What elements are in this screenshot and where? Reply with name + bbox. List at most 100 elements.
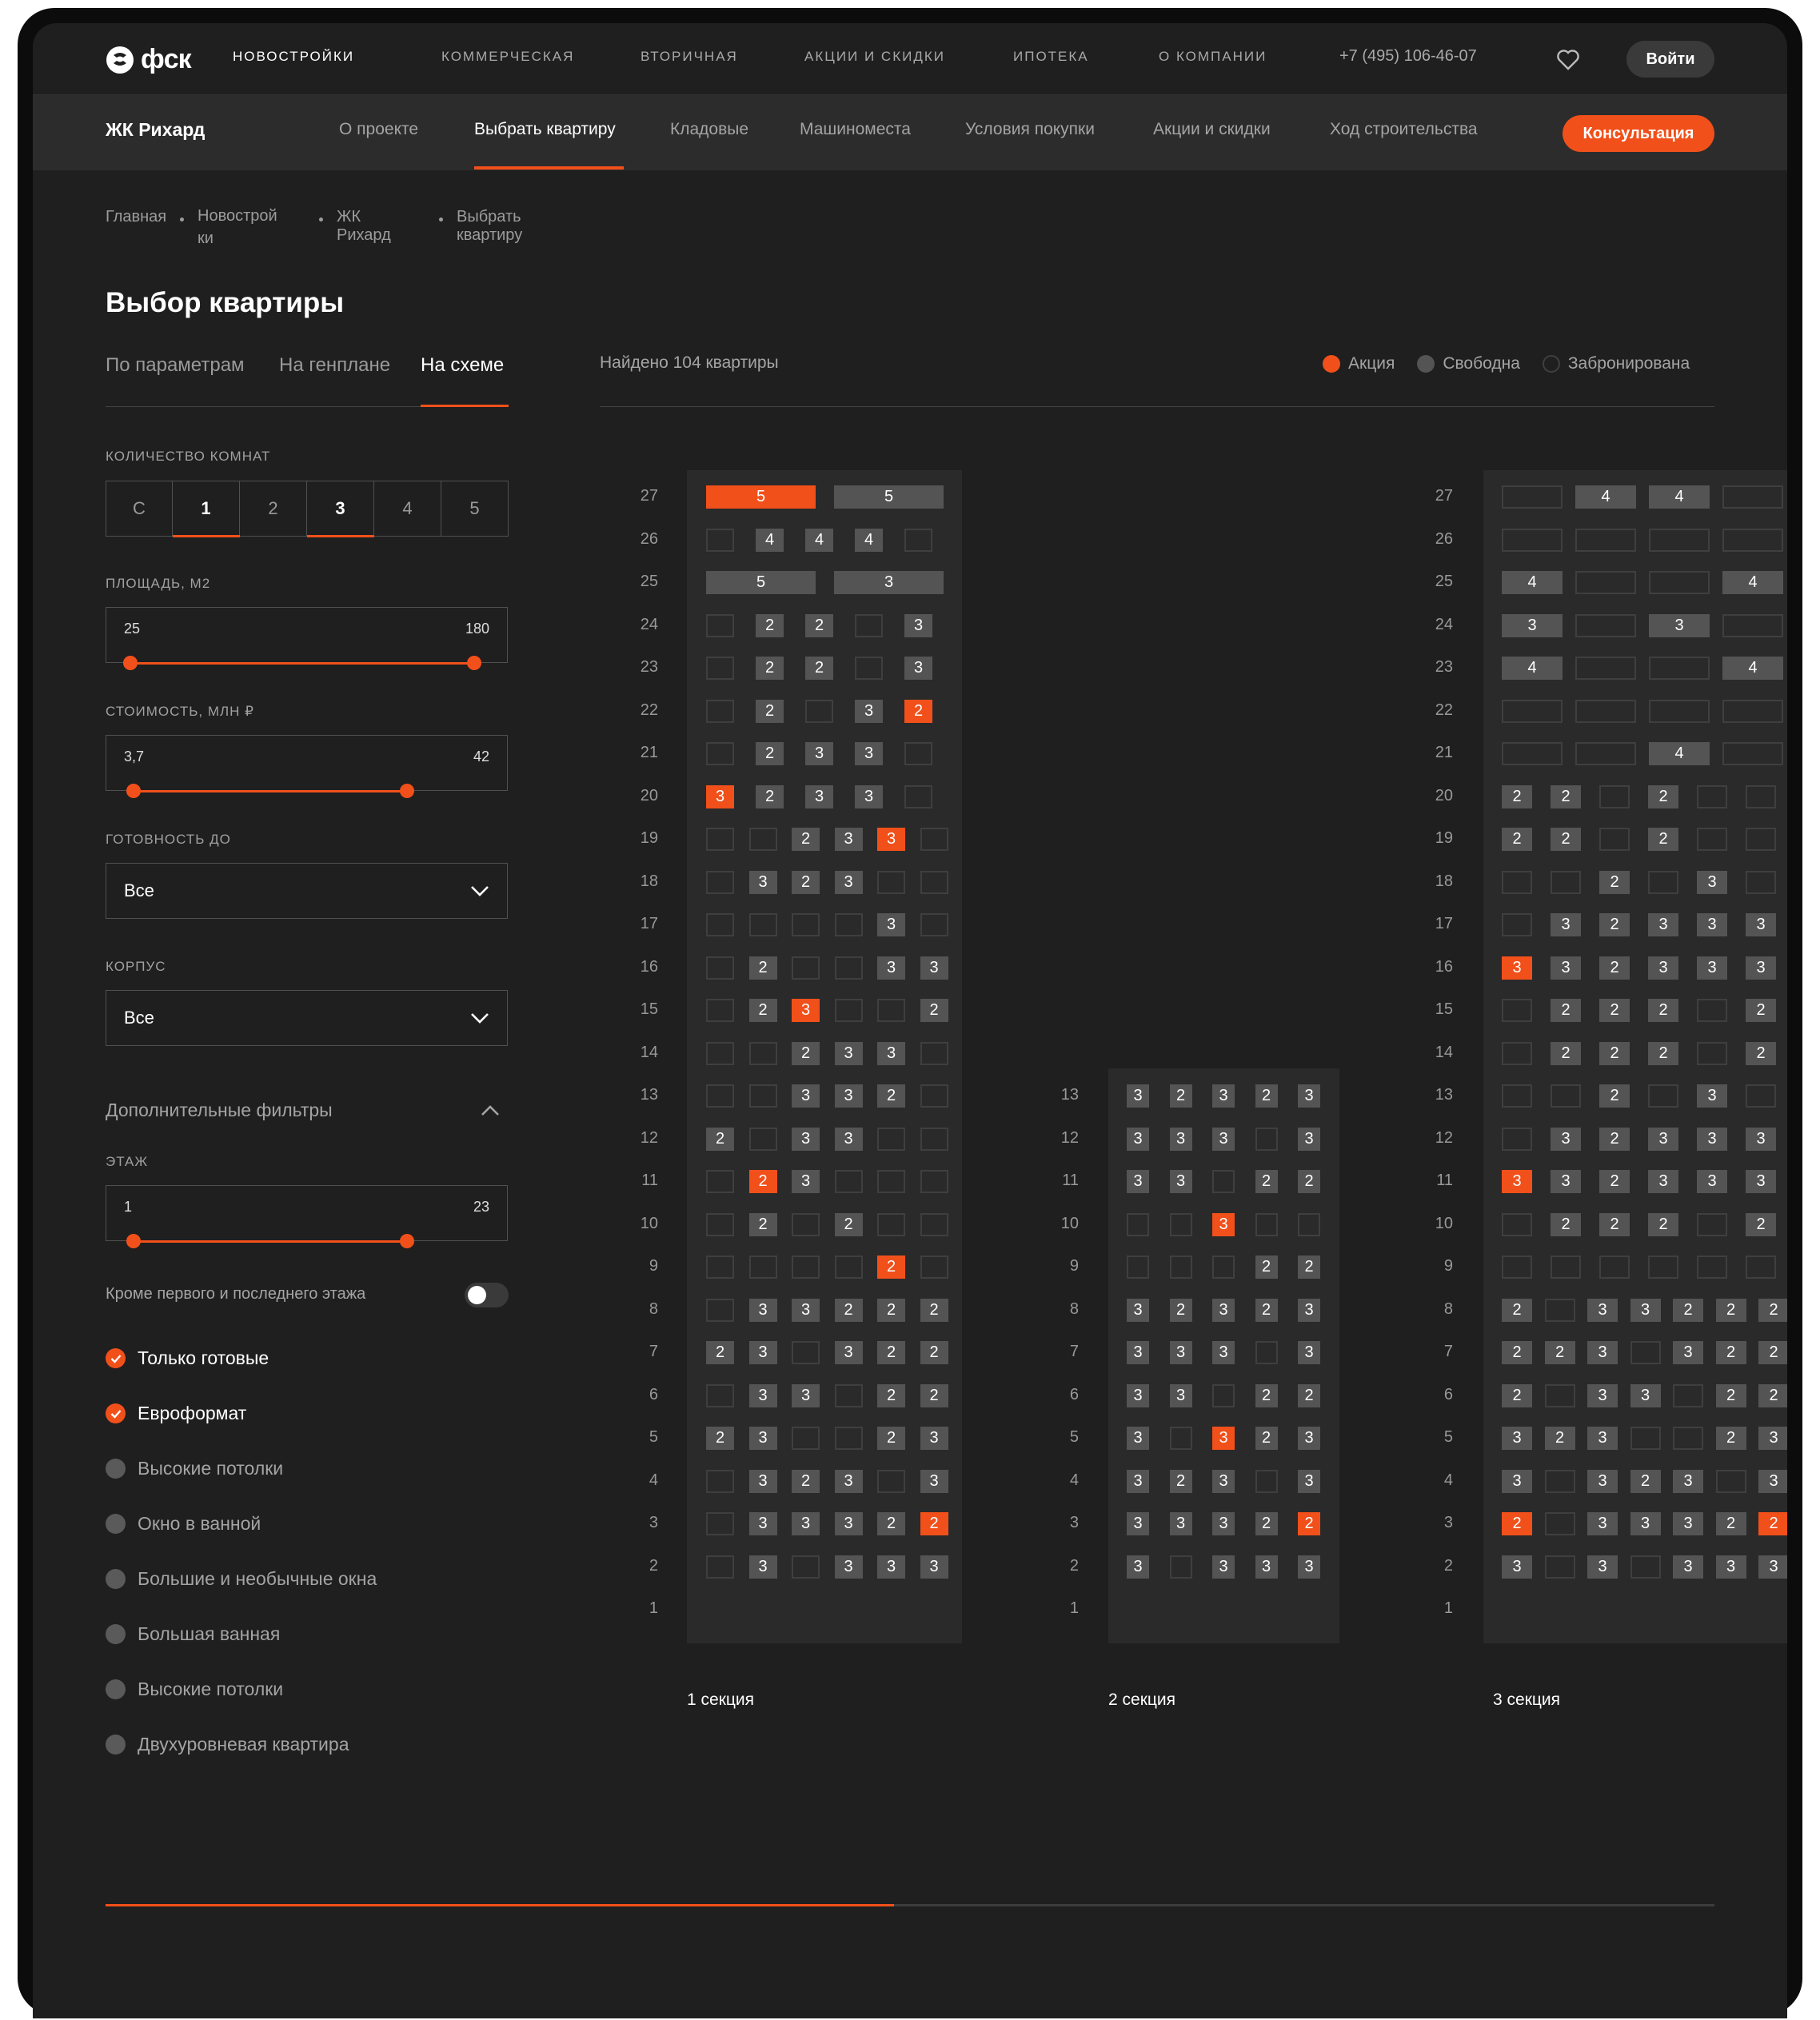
apartment-cell[interactable]: 3 (1648, 1170, 1678, 1193)
apartment-cell[interactable]: 3 (834, 1469, 863, 1493)
apartment-cell[interactable]: 3 (1212, 1555, 1235, 1579)
apartment-cell[interactable]: 2 (877, 1256, 905, 1279)
subnav-item-choose-apartment[interactable]: Выбрать квартиру (474, 120, 616, 139)
apartment-cell[interactable]: 3 (1587, 1469, 1618, 1493)
apartment-cell[interactable]: 3 (792, 1383, 820, 1407)
apartment-cell[interactable]: 3 (834, 1041, 863, 1065)
apartment-cell[interactable]: 3 (1127, 1512, 1149, 1535)
horizontal-scrollbar[interactable] (106, 1904, 1714, 1906)
apartment-cell[interactable]: 2 (1502, 1512, 1532, 1535)
section-label[interactable]: 2 секция (1108, 1691, 1175, 1710)
apartment-cell[interactable]: 3 (792, 1084, 820, 1108)
apartment-cell[interactable]: 2 (1599, 1084, 1630, 1108)
subnav-item-promos[interactable]: Акции и скидки (1153, 120, 1271, 139)
apartment-cell[interactable]: 2 (1544, 1427, 1575, 1450)
apartment-cell[interactable]: 2 (1746, 999, 1776, 1022)
apartment-cell[interactable]: 2 (1298, 1512, 1320, 1535)
apartment-cell[interactable]: 2 (834, 1212, 863, 1236)
apartment-cell[interactable]: 3 (1298, 1341, 1320, 1364)
apartment-cell[interactable]: 3 (1298, 1469, 1320, 1493)
price-min-thumb[interactable] (126, 784, 141, 798)
subnav-item-purchase-terms[interactable]: Условия покупки (965, 120, 1095, 139)
apartment-cell[interactable]: 2 (1298, 1170, 1320, 1193)
apartment-cell[interactable]: 3 (1758, 1469, 1787, 1493)
apartment-cell[interactable]: 2 (1255, 1383, 1278, 1407)
topnav-item-mortgage[interactable]: Ипотека (1013, 49, 1089, 65)
apartment-cell[interactable]: 3 (1127, 1427, 1149, 1450)
floor-min-thumb[interactable] (126, 1234, 141, 1248)
apartment-cell[interactable]: 3 (1298, 1555, 1320, 1579)
apartment-cell[interactable]: 4 (756, 528, 784, 552)
apartment-cell[interactable]: 3 (834, 1127, 863, 1151)
apartment-cell[interactable]: 3 (1212, 1469, 1235, 1493)
apartment-cell[interactable]: 3 (1648, 913, 1678, 936)
apartment-cell[interactable]: 3 (877, 956, 905, 980)
apartment-cell[interactable]: 3 (834, 1555, 863, 1579)
apartment-cell[interactable]: 3 (834, 870, 863, 894)
apartment-cell[interactable]: 2 (748, 1212, 777, 1236)
apartment-cell[interactable]: 3 (1127, 1298, 1149, 1322)
apartment-cell[interactable]: 3 (1587, 1427, 1618, 1450)
apartment-cell[interactable]: 2 (1673, 1298, 1703, 1322)
apartment-cell[interactable]: 3 (1212, 1341, 1235, 1364)
apartment-cell[interactable]: 3 (1697, 870, 1727, 894)
apartment-cell[interactable]: 3 (1127, 1341, 1149, 1364)
apartment-cell[interactable]: 2 (748, 956, 777, 980)
apartment-cell[interactable]: 3 (1127, 1555, 1149, 1579)
apartment-cell[interactable]: 3 (1502, 1469, 1532, 1493)
apartment-cell[interactable]: 3 (1127, 1383, 1149, 1407)
subnav-item-parking[interactable]: Машиноместа (800, 120, 911, 139)
apartment-cell[interactable]: 2 (706, 1427, 734, 1450)
apartment-cell[interactable]: 3 (792, 1127, 820, 1151)
apartment-cell[interactable]: 2 (1746, 1041, 1776, 1065)
checkbox-dot[interactable] (106, 1624, 126, 1644)
rooms-option-4[interactable]: 4 (374, 481, 441, 537)
apartment-cell[interactable]: 3 (834, 1512, 863, 1535)
apartment-cell[interactable]: 2 (1599, 913, 1630, 936)
ready-select[interactable]: Все (106, 863, 508, 919)
apartment-cell[interactable]: 3 (1169, 1512, 1192, 1535)
apartment-cell[interactable]: 3 (1715, 1555, 1746, 1579)
apartment-cell[interactable]: 3 (1746, 1127, 1776, 1151)
apartment-cell[interactable]: 2 (1502, 828, 1532, 851)
apartment-cell[interactable]: 3 (1746, 913, 1776, 936)
apartment-cell[interactable]: 2 (756, 742, 784, 765)
apartment-cell[interactable]: 3 (1502, 1555, 1532, 1579)
apartment-cell[interactable]: 3 (792, 1170, 820, 1193)
apartment-cell[interactable]: 2 (1599, 870, 1630, 894)
apartment-cell[interactable]: 2 (1298, 1383, 1320, 1407)
apartment-cell[interactable]: 2 (792, 1469, 820, 1493)
topnav-item-new[interactable]: Новостройки (233, 49, 354, 65)
apartment-cell[interactable]: 3 (1298, 1427, 1320, 1450)
apartment-cell[interactable]: 5 (706, 485, 816, 509)
apartment-cell[interactable]: 3 (1630, 1298, 1661, 1322)
apartment-cell[interactable]: 3 (1697, 1127, 1727, 1151)
breadcrumb-new-buildings[interactable]: Новострой ки (198, 205, 309, 250)
apartment-cell[interactable]: 3 (1212, 1084, 1235, 1108)
apartment-cell[interactable]: 3 (1127, 1084, 1149, 1108)
apartment-cell[interactable]: 3 (1697, 913, 1727, 936)
apartment-cell[interactable]: 2 (1758, 1512, 1787, 1535)
apartment-cell[interactable]: 5 (706, 571, 816, 594)
apartment-cell[interactable]: 2 (1648, 1212, 1678, 1236)
breadcrumb-project[interactable]: ЖК Рихард (337, 208, 391, 245)
apartment-cell[interactable]: 2 (1746, 1212, 1776, 1236)
checkbox-row[interactable]: Большая ванная (106, 1623, 280, 1645)
apartment-cell[interactable]: 2 (1715, 1341, 1746, 1364)
apartment-cell[interactable]: 2 (1255, 1084, 1278, 1108)
apartment-cell[interactable]: 3 (1630, 1512, 1661, 1535)
apartment-cell[interactable]: 2 (1599, 956, 1630, 980)
apartment-cell[interactable]: 3 (792, 1512, 820, 1535)
apartment-cell[interactable]: 3 (1587, 1298, 1618, 1322)
apartment-cell[interactable]: 2 (920, 1298, 948, 1322)
checkmark-icon[interactable] (106, 1403, 126, 1423)
apartment-cell[interactable]: 2 (1298, 1256, 1320, 1279)
apartment-cell[interactable]: 3 (1673, 1512, 1703, 1535)
apartment-cell[interactable]: 3 (1212, 1127, 1235, 1151)
apartment-cell[interactable]: 3 (1298, 1298, 1320, 1322)
apartment-cell[interactable]: 2 (1169, 1084, 1192, 1108)
checkbox-row[interactable]: Еврoформат (106, 1403, 246, 1424)
apartment-cell[interactable]: 2 (1502, 784, 1532, 808)
price-max-thumb[interactable] (400, 784, 414, 798)
apartment-cell[interactable]: 3 (920, 1555, 948, 1579)
